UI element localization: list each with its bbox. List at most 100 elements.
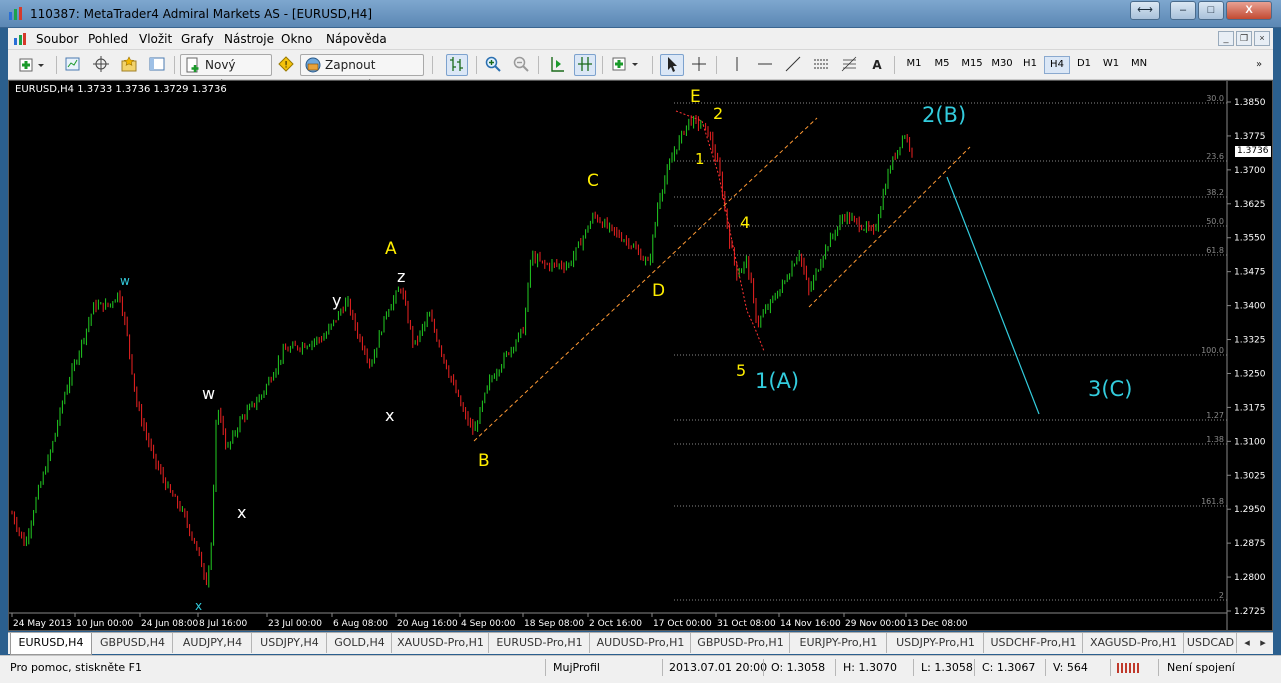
new-chart-button[interactable] [14, 54, 50, 76]
trend-channel [473, 117, 971, 442]
timeframe-m1[interactable]: M1 [902, 56, 926, 74]
tab-usdjpy-h4[interactable]: USDJPY,H4 [253, 633, 327, 653]
new-order-button[interactable]: Nový pokyn [180, 54, 272, 92]
chart-shift-button[interactable] [546, 54, 568, 76]
window-title: 110387: MetaTrader4 Admiral Markets AS -… [30, 7, 373, 21]
wave-label-c: C [587, 171, 599, 191]
chart-window[interactable]: 30.0 23.6 38.2 50.0 61.8 100.0 1.27 1.38 161.8 2 … [8, 80, 1273, 631]
tabs-scroll-right-button[interactable]: ▸ [1256, 633, 1270, 653]
tab-xagusd-pro-h1[interactable]: XAGUSD-Pro,H1 [1084, 633, 1184, 653]
wave-label-z: z [397, 267, 406, 286]
tab-eurusd-pro-h1[interactable]: EURUSD-Pro,H1 [490, 633, 590, 653]
new-order-icon [186, 57, 199, 73]
autoscroll-icon [578, 57, 592, 71]
minimize-button[interactable]: – [1170, 1, 1196, 20]
status-connection: Není spojení [1167, 661, 1235, 674]
bar-chart-icon [450, 57, 463, 71]
fibonacci-level-label: 30.0 [1206, 94, 1224, 103]
zoom-out-button[interactable] [510, 54, 532, 76]
tab-audjpy-h4[interactable]: AUDJPY,H4 [174, 633, 252, 653]
autoscroll-button[interactable] [574, 54, 596, 76]
price-tick-label: 1.3775 [1234, 132, 1266, 142]
menu-napoveda[interactable]: Nápověda [326, 32, 387, 46]
close-button[interactable]: X [1226, 1, 1272, 20]
time-tick-label: 24 May 2013 [13, 619, 72, 629]
bar-chart-button[interactable] [446, 54, 468, 76]
menu-pohled[interactable]: Pohled [88, 32, 128, 46]
timeframe-m30[interactable]: M30 [988, 56, 1016, 74]
mdi-minimize-button[interactable]: _ [1218, 31, 1234, 46]
time-tick-label: 20 Aug 16:00 [397, 619, 458, 629]
autotrading-button[interactable]: Zapnout strategie [300, 54, 424, 92]
market-watch-button[interactable] [118, 54, 140, 76]
star-folder-icon [121, 56, 137, 72]
navigator-button[interactable] [90, 54, 112, 76]
tabs-scroll-left-button[interactable]: ◂ [1240, 633, 1254, 653]
projection-line[interactable] [946, 176, 1040, 415]
status-datetime: 2013.07.01 20:00 [669, 661, 768, 674]
tab-eurjpy-pro-h1[interactable]: EURJPY-Pro,H1 [791, 633, 887, 653]
tab-gbpusd-h4[interactable]: GBPUSD,H4 [93, 633, 173, 653]
terminal-button[interactable] [146, 54, 168, 76]
menu-grafy[interactable]: Grafy [181, 32, 214, 46]
tab-audusd-pro-h1[interactable]: AUDUSD-Pro,H1 [591, 633, 691, 653]
menu-soubor[interactable]: Soubor [36, 32, 78, 46]
timeframe-m5[interactable]: M5 [930, 56, 954, 74]
zoom-in-button[interactable] [482, 54, 504, 76]
price-tick-label: 1.2875 [1234, 539, 1266, 549]
toolbar: Nový pokyn ! Zapnout strategie A M1 M5 M… [8, 50, 1273, 92]
wave-label-a: A [385, 239, 397, 259]
wave-label-d: D [652, 281, 666, 301]
price-chart[interactable]: 30.0 23.6 38.2 50.0 61.8 100.0 1.27 1.38 161.8 2 … [9, 81, 1272, 630]
tab-xauusd-pro-h1[interactable]: XAUUSD-Pro,H1 [393, 633, 489, 653]
maximize-button[interactable]: □ [1198, 1, 1224, 20]
indicators-button[interactable] [608, 54, 644, 76]
mdi-close-button[interactable]: × [1254, 31, 1270, 46]
restore-size-button[interactable]: ⟷ [1130, 1, 1160, 20]
title-bar: 110387: MetaTrader4 Admiral Markets AS -… [0, 0, 1281, 28]
status-volume: V: 564 [1053, 661, 1088, 674]
tab-usdchf-pro-h1[interactable]: USDCHF-Pro,H1 [985, 633, 1083, 653]
wave-label-2: 2 [713, 104, 724, 123]
timeframe-h1[interactable]: H1 [1018, 56, 1042, 74]
crosshair-move-icon [93, 56, 109, 72]
menu-nastroje[interactable]: Nástroje [224, 32, 274, 46]
tab-gbpusd-pro-h1[interactable]: GBPUSD-Pro,H1 [692, 633, 790, 653]
fibonacci-button[interactable] [838, 54, 860, 76]
autotrading-icon [305, 57, 321, 73]
tab-gold-h4[interactable]: GOLD,H4 [328, 633, 392, 653]
chart-window-icon[interactable] [12, 31, 28, 47]
horizontal-line-button[interactable] [754, 54, 776, 76]
tab-eurusd-h4[interactable]: EURUSD,H4 [10, 633, 92, 655]
crosshair-tool-button[interactable] [688, 54, 710, 76]
connection-bars-icon [1117, 663, 1139, 673]
time-tick-label: 4 Sep 00:00 [461, 619, 516, 629]
fibonacci-level-label: 2 [1219, 591, 1224, 600]
fibonacci-level-label: 1.38 [1206, 435, 1224, 444]
wave-label-y: y [332, 291, 342, 310]
candlesticks [11, 115, 913, 588]
timeframe-mn[interactable]: MN [1126, 56, 1152, 74]
toolbar-overflow-button[interactable]: » [1250, 54, 1268, 76]
vertical-line-button[interactable] [726, 54, 748, 76]
alert-button[interactable]: ! [275, 54, 297, 76]
trendline-button[interactable] [782, 54, 804, 76]
price-tick-label: 1.2800 [1234, 573, 1266, 583]
equidistant-channel-button[interactable] [810, 54, 832, 76]
tab-usdjpy-pro-h1[interactable]: USDJPY-Pro,H1 [888, 633, 984, 653]
tab-usdcad[interactable]: USDCAD [1185, 633, 1237, 653]
price-tick-label: 1.3250 [1234, 369, 1266, 379]
wave-label-x-cyan: x [195, 599, 203, 613]
text-tool-button[interactable]: A [866, 54, 888, 76]
mdi-restore-button[interactable]: ❐ [1236, 31, 1252, 46]
menu-vlozit[interactable]: Vložit [139, 32, 172, 46]
profiles-button[interactable] [62, 54, 84, 76]
cursor-tool-button[interactable] [660, 54, 684, 76]
timeframe-h4[interactable]: H4 [1044, 56, 1070, 74]
menu-okno[interactable]: Okno [281, 32, 312, 46]
timeframe-m15[interactable]: M15 [958, 56, 986, 74]
wave-5-dashed-path [675, 110, 765, 352]
timeframe-d1[interactable]: D1 [1072, 56, 1096, 74]
timeframe-w1[interactable]: W1 [1098, 56, 1124, 74]
channel-upper-line[interactable] [808, 146, 971, 308]
